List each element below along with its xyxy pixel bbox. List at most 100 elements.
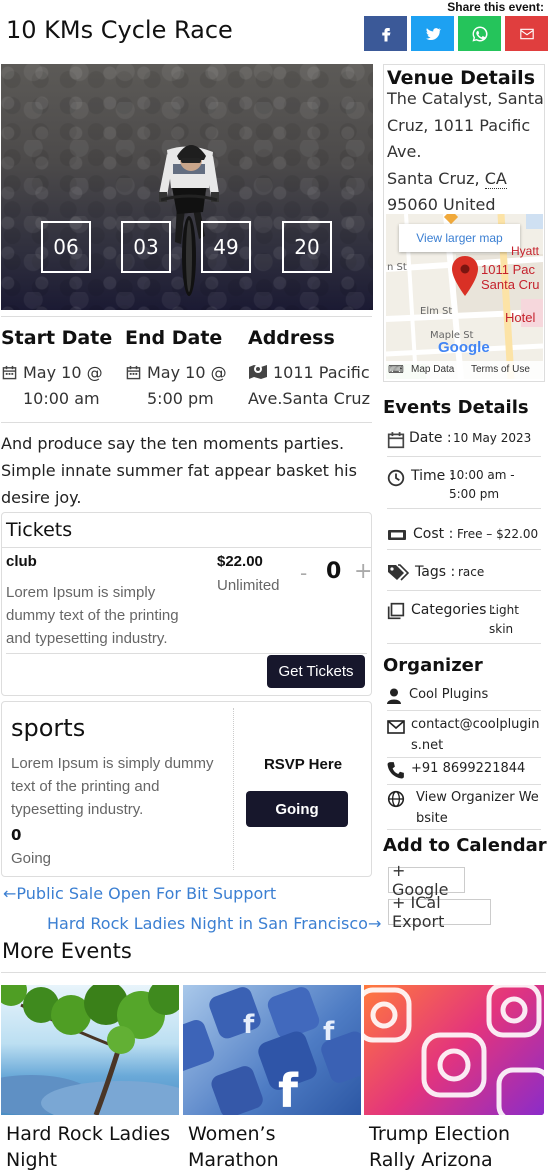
detail-label: Categories : — [411, 602, 496, 618]
qty-minus-button[interactable]: - — [300, 561, 307, 585]
divider — [387, 710, 541, 711]
rsvp-count: 0 — [11, 826, 22, 844]
end-date-label: End Date — [125, 327, 223, 349]
cyclist-illustration — [159, 145, 219, 296]
map-pin-label: 1011 Pac Santa Cru — [481, 262, 540, 292]
next-event-link[interactable]: Hard Rock Ladies Night in San Francisco→ — [47, 914, 381, 933]
detail-label: Tags : — [415, 564, 456, 580]
rsvp-cta-title: RSVP Here — [263, 756, 343, 773]
ticket-icon — [388, 530, 406, 540]
qty-plus-button[interactable]: + — [354, 559, 372, 584]
qty-value[interactable]: 0 — [326, 559, 341, 584]
countdown-days: 06 — [41, 221, 91, 273]
map-pin-line-1: 1011 Pac — [481, 262, 535, 277]
countdown-seconds: 20 — [282, 221, 332, 273]
divider — [387, 643, 541, 644]
share-label: Share this event: — [447, 0, 544, 14]
event-hero-image: 06 03 49 20 — [1, 64, 373, 310]
svg-text:f: f — [243, 1010, 255, 1040]
event-card-image[interactable] — [364, 985, 544, 1115]
event-description: And produce say the ten moments parties.… — [1, 434, 357, 507]
countdown-minutes: 49 — [201, 221, 251, 273]
venue-map[interactable]: View larger map n St Elm St Maple St Hya… — [386, 214, 543, 379]
detail-value[interactable]: Light skin — [489, 601, 529, 639]
view-larger-map-link[interactable]: View larger map — [399, 224, 520, 252]
start-date-value-2: 10:00 am — [23, 389, 100, 408]
calendar-icon — [2, 365, 17, 380]
address-value-1: 1011 Pacific — [273, 363, 370, 382]
share-twitter-button[interactable] — [411, 16, 454, 51]
rsvp-description: Lorem Ipsum is simply dummy text of the … — [11, 755, 214, 818]
clock-icon — [387, 469, 405, 487]
twitter-icon — [425, 27, 441, 40]
organizer-heading: Organizer — [383, 655, 483, 676]
divider — [387, 829, 541, 830]
divider — [387, 757, 541, 758]
venue-city: Santa Cruz, — [387, 168, 485, 188]
ticket-price: $22.00 — [217, 553, 263, 570]
google-logo-text: Google — [438, 339, 490, 356]
divider — [387, 508, 541, 509]
get-tickets-button[interactable]: Get Tickets — [267, 655, 365, 688]
detail-categories: Categories : Light skin — [387, 600, 541, 640]
rsvp-heading: sports — [11, 714, 86, 742]
divider — [387, 456, 541, 457]
ticket-name: club — [6, 553, 37, 570]
rsvp-going-button[interactable]: Going — [246, 791, 348, 827]
organizer-name: Cool Plugins — [409, 687, 489, 702]
ticket-description: Lorem Ipsum is simply dummy text of the … — [6, 584, 179, 647]
organizer-phone[interactable]: +91 8699221844 — [411, 761, 525, 776]
whatsapp-icon — [472, 25, 488, 41]
organizer-email[interactable]: contact@coolplugins.net — [411, 714, 543, 756]
google-calendar-button[interactable]: + Google — [388, 861, 465, 899]
divider — [387, 590, 541, 591]
organizer-email-row: contact@coolplugins.net — [387, 714, 541, 754]
more-events-heading: More Events — [2, 939, 132, 963]
divider — [1, 422, 372, 423]
divider — [1, 972, 546, 973]
detail-value: Free – $22.00 — [457, 527, 539, 541]
map-pin-icon — [452, 256, 478, 296]
share-facebook-button[interactable] — [364, 16, 407, 51]
globe-icon — [387, 790, 405, 808]
ical-export-button[interactable]: + ICal Export — [388, 893, 491, 931]
detail-value[interactable]: race — [458, 565, 484, 579]
add-to-calendar-heading: Add to Calendar — [383, 835, 547, 856]
phone-icon — [387, 762, 404, 779]
detail-label: Cost : — [413, 526, 454, 542]
rsvp-count-label: Going — [11, 850, 52, 867]
prev-event-link[interactable]: ←Public Sale Open For Bit Support — [3, 884, 276, 903]
divider — [1, 316, 372, 317]
map-marker-icon — [249, 365, 267, 379]
share-whatsapp-button[interactable] — [458, 16, 501, 51]
google-logo: Google — [438, 339, 490, 356]
detail-value: 10 May 2023 — [453, 431, 532, 445]
end-date-value-2: 5:00 pm — [147, 389, 214, 408]
event-card-image[interactable] — [1, 985, 179, 1115]
event-card-title[interactable]: Hard Rock Ladies Night — [6, 1121, 178, 1173]
svg-text:f: f — [323, 1017, 335, 1047]
event-card-title[interactable]: Trump Election Rally Arizona — [369, 1121, 544, 1173]
detail-cost: Cost : Free – $22.00 — [387, 524, 541, 548]
map-poi-label: Hyatt — [511, 244, 540, 258]
detail-label: Time : — [411, 468, 455, 484]
event-card-title[interactable]: Women’s Marathon — [188, 1121, 360, 1173]
calendar-icon — [126, 365, 141, 380]
map-data-link[interactable]: Map Data — [411, 364, 454, 375]
map-poi-label: Hotel — [505, 310, 536, 325]
detail-tags: Tags : race — [387, 562, 541, 586]
event-card-image[interactable]: f f f — [183, 985, 361, 1115]
facebook-icon — [381, 27, 390, 41]
organizer-website-link[interactable]: View Organizer Website — [416, 787, 541, 829]
event-title: 10 KMs Cycle Race — [6, 16, 233, 44]
venue-line-3: Ave. — [387, 142, 422, 161]
keyboard-icon: ⌨ — [388, 364, 404, 376]
map-pin-line-2: Santa Cru — [481, 277, 540, 292]
detail-value: 10:00 am - 5:00 pm — [449, 468, 515, 501]
email-icon — [519, 28, 534, 39]
tickets-heading: Tickets — [6, 519, 73, 541]
organizer-name-row: Cool Plugins — [387, 686, 541, 710]
map-terms-link[interactable]: Terms of Use — [471, 364, 530, 375]
map-street-label: Elm St — [420, 306, 453, 317]
share-email-button[interactable] — [505, 16, 548, 51]
